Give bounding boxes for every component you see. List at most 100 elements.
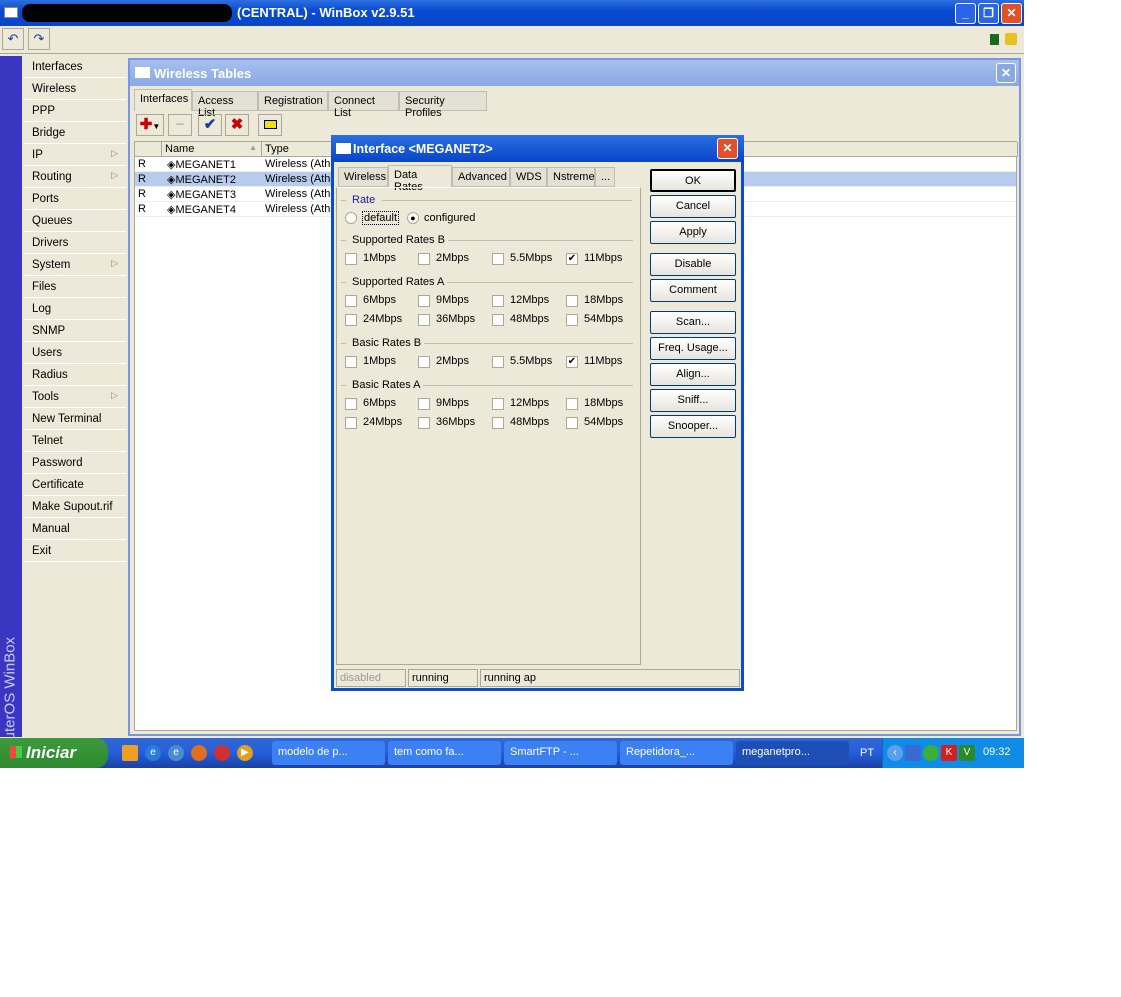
tab-access-list[interactable]: Access List xyxy=(192,91,258,119)
rate-checkbox-48mbps[interactable] xyxy=(492,314,504,326)
rate-checkbox-36mbps[interactable] xyxy=(418,417,430,429)
sidebar-item-telnet[interactable]: Telnet xyxy=(24,431,126,452)
sidebar-item-wireless[interactable]: Wireless xyxy=(24,79,126,100)
taskbar-task[interactable]: Repetidora_... xyxy=(620,741,733,765)
rate-checkbox-5-5mbps[interactable] xyxy=(492,356,504,368)
rate-checkbox-36mbps[interactable] xyxy=(418,314,430,326)
rate-checkbox-54mbps[interactable] xyxy=(566,314,578,326)
rate-checkbox-24mbps[interactable] xyxy=(345,417,357,429)
rate-checkbox-9mbps[interactable] xyxy=(418,398,430,410)
rate-checkbox-54mbps[interactable] xyxy=(566,417,578,429)
sidebar-item-interfaces[interactable]: Interfaces xyxy=(24,57,126,78)
tab-security-profiles[interactable]: Security Profiles xyxy=(399,91,487,119)
sidebar-item-drivers[interactable]: Drivers xyxy=(24,233,126,254)
rate-checkbox-11mbps[interactable]: ✔ xyxy=(566,356,578,368)
disable-button[interactable]: ✖ xyxy=(225,114,249,136)
dialog-tab-wds[interactable]: WDS xyxy=(510,167,547,187)
ok-button[interactable]: OK xyxy=(650,169,736,192)
taskbar-task[interactable]: modelo de p... xyxy=(272,741,385,765)
rate-checkbox-5-5mbps[interactable] xyxy=(492,253,504,265)
sidebar-item-queues[interactable]: Queues xyxy=(24,211,126,232)
rate-checkbox-6mbps[interactable] xyxy=(345,398,357,410)
align-button[interactable]: Align... xyxy=(650,363,736,386)
tab-interfaces[interactable]: Interfaces xyxy=(134,89,192,111)
tab-registration[interactable]: Registration xyxy=(258,91,328,111)
sidebar-item-exit[interactable]: Exit xyxy=(24,541,126,562)
sidebar-item-system[interactable]: System ▷ xyxy=(24,255,126,276)
maximize-button[interactable]: ❐ xyxy=(978,3,999,24)
sidebar-item-snmp[interactable]: SNMP xyxy=(24,321,126,342)
wireless-tables-close-button[interactable]: ✕ xyxy=(996,63,1016,83)
undo-button[interactable]: ↶ xyxy=(2,28,24,50)
enable-button[interactable]: ✔ xyxy=(198,114,222,136)
rate-checkbox-11mbps[interactable]: ✔ xyxy=(566,253,578,265)
close-button[interactable]: ✕ xyxy=(1001,3,1022,24)
rate-checkbox-18mbps[interactable] xyxy=(566,398,578,410)
sidebar-item-certificate[interactable]: Certificate xyxy=(24,475,126,496)
rate-checkbox-48mbps[interactable] xyxy=(492,417,504,429)
antivirus-icon[interactable]: K xyxy=(941,745,957,761)
vc-icon[interactable]: V xyxy=(959,745,975,761)
rate-checkbox-2mbps[interactable] xyxy=(418,253,430,265)
sidebar-item-ports[interactable]: Ports xyxy=(24,189,126,210)
rate-checkbox-1mbps[interactable] xyxy=(345,253,357,265)
firefox-icon[interactable] xyxy=(191,745,207,761)
tab-connect-list[interactable]: Connect List xyxy=(328,91,399,119)
rate-checkbox-18mbps[interactable] xyxy=(566,295,578,307)
apply-button[interactable]: Apply xyxy=(650,221,736,244)
redo-button[interactable]: ↷ xyxy=(28,28,50,50)
dialog-tab-wireless[interactable]: Wireless xyxy=(338,167,388,187)
opera-icon[interactable] xyxy=(214,745,230,761)
sidebar-item-radius[interactable]: Radius xyxy=(24,365,126,386)
disable-button[interactable]: Disable xyxy=(650,253,736,276)
scan-button[interactable]: Scan... xyxy=(650,311,736,334)
clock-app-icon[interactable] xyxy=(122,745,138,761)
media-player-icon[interactable]: ▶ xyxy=(237,745,253,761)
sidebar-item-bridge[interactable]: Bridge xyxy=(24,123,126,144)
remove-button[interactable]: − xyxy=(168,114,192,136)
taskbar-task[interactable]: tem como fa... xyxy=(388,741,501,765)
sidebar-item-files[interactable]: Files xyxy=(24,277,126,298)
sidebar-item-users[interactable]: Users xyxy=(24,343,126,364)
rate-checkbox-9mbps[interactable] xyxy=(418,295,430,307)
sidebar-item-make-supout-rif[interactable]: Make Supout.rif xyxy=(24,497,126,518)
taskbar-task[interactable]: meganetpro... xyxy=(736,741,849,765)
sidebar-item-password[interactable]: Password xyxy=(24,453,126,474)
rate-checkbox-2mbps[interactable] xyxy=(418,356,430,368)
dialog-tab-data-rates[interactable]: Data Rates xyxy=(388,165,452,193)
freq-usage-button[interactable]: Freq. Usage... xyxy=(650,337,736,360)
rate-configured-radio[interactable]: ● xyxy=(407,212,419,224)
comment-button[interactable]: Comment xyxy=(650,279,736,302)
internet-explorer-icon[interactable]: e xyxy=(145,745,161,761)
column-name[interactable]: Name ▲ xyxy=(162,142,262,157)
ie-alt-icon[interactable]: e xyxy=(168,745,184,761)
start-button[interactable]: Iniciar xyxy=(0,738,108,768)
comment-button[interactable] xyxy=(258,114,282,136)
sidebar-item-ip[interactable]: IP ▷ xyxy=(24,145,126,166)
dialog-tab-more[interactable]: ... xyxy=(595,167,615,187)
add-button[interactable]: ✚▼ xyxy=(136,114,164,136)
dialog-tab-nstreme[interactable]: Nstreme xyxy=(547,167,595,187)
taskbar-task[interactable]: SmartFTP - ... xyxy=(504,741,617,765)
sniff-button[interactable]: Sniff... xyxy=(650,389,736,412)
sidebar-item-tools[interactable]: Tools ▷ xyxy=(24,387,126,408)
snooper-button[interactable]: Snooper... xyxy=(650,415,736,438)
sidebar-item-new-terminal[interactable]: New Terminal xyxy=(24,409,126,430)
dialog-close-button[interactable]: ✕ xyxy=(717,138,738,159)
sidebar-item-ppp[interactable]: PPP xyxy=(24,101,126,122)
dialog-tab-advanced[interactable]: Advanced xyxy=(452,167,510,187)
tray-expand-icon[interactable]: ‹ xyxy=(887,745,903,761)
rate-checkbox-6mbps[interactable] xyxy=(345,295,357,307)
network-icon[interactable] xyxy=(905,745,921,761)
rate-default-radio[interactable] xyxy=(345,212,357,224)
sidebar-item-log[interactable]: Log xyxy=(24,299,126,320)
rate-checkbox-12mbps[interactable] xyxy=(492,398,504,410)
minimize-button[interactable]: _ xyxy=(955,3,976,24)
sidebar-item-manual[interactable]: Manual xyxy=(24,519,126,540)
cancel-button[interactable]: Cancel xyxy=(650,195,736,218)
messenger-icon[interactable] xyxy=(923,745,939,761)
language-indicator[interactable]: PT xyxy=(860,747,874,759)
rate-checkbox-24mbps[interactable] xyxy=(345,314,357,326)
rate-checkbox-1mbps[interactable] xyxy=(345,356,357,368)
sidebar-item-routing[interactable]: Routing ▷ xyxy=(24,167,126,188)
